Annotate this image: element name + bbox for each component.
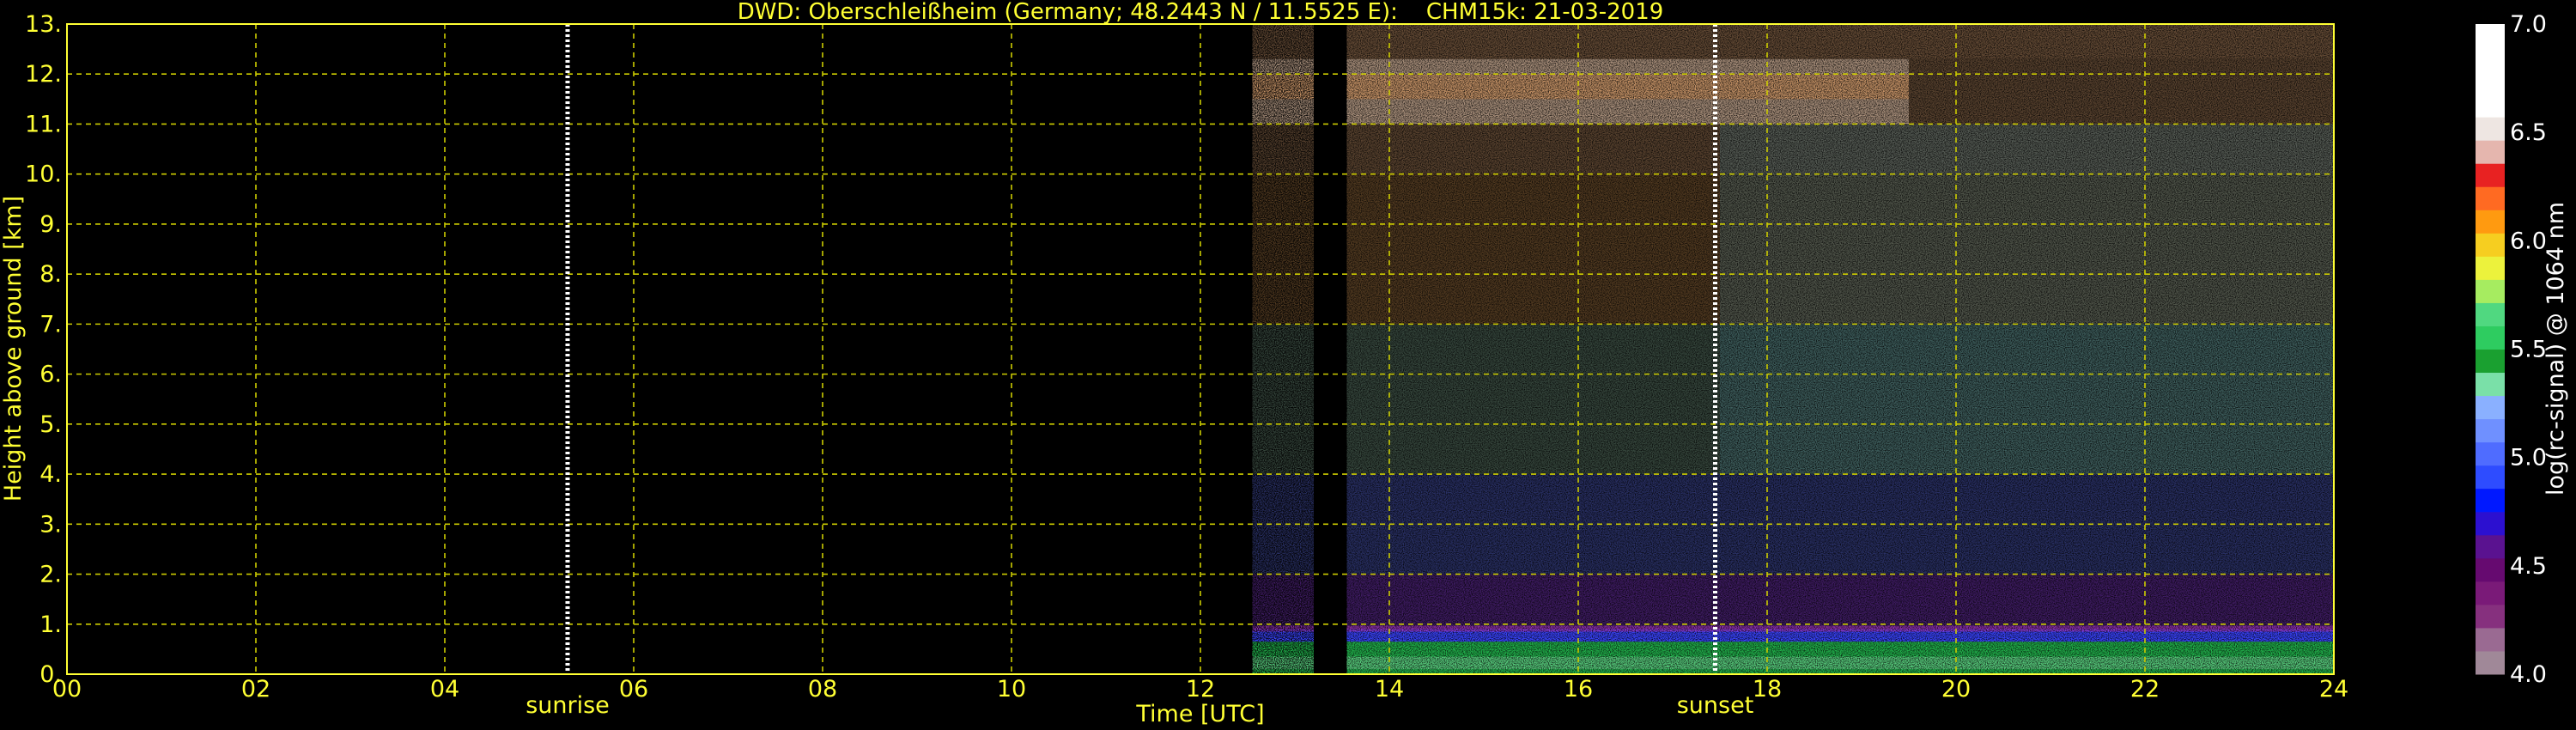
y-axis-label: Height above ground [km]	[0, 196, 27, 502]
colorbar-swatch	[2476, 47, 2505, 71]
colorbar-swatch	[2476, 325, 2505, 350]
x-tick-label: 22	[2130, 676, 2160, 703]
colorbar-swatch	[2476, 627, 2505, 652]
colorbar-swatch	[2476, 581, 2505, 605]
colorbar-swatch	[2476, 604, 2505, 629]
x-tick-label: 04	[430, 676, 459, 703]
colorbar-swatch	[2476, 117, 2505, 141]
y-tick-label: 2.	[39, 562, 62, 588]
colorbar	[2476, 24, 2505, 675]
colorbar-label: log(rc-signal) @ 1064 nm	[2543, 202, 2569, 496]
boundary-layer-inner	[1252, 656, 1314, 670]
signal-noise	[1252, 24, 1314, 627]
x-tick-label: 06	[619, 676, 648, 703]
chart-title: DWD: Oberschleißheim (Germany; 48.2443 N…	[738, 0, 1664, 25]
y-tick-label: 13.	[25, 11, 62, 38]
x-tick-label: 24	[2319, 676, 2348, 703]
colorbar-tick-label: 4.0	[2510, 661, 2547, 688]
colorbar-swatch	[2476, 279, 2505, 303]
x-tick-label: 10	[997, 676, 1026, 703]
y-tick-label: 12.	[25, 61, 62, 88]
y-tick-label: 10.	[25, 161, 62, 188]
colorbar-swatch	[2476, 256, 2505, 280]
colorbar-tick-label: 6.5	[2510, 119, 2547, 146]
x-tick-label: 16	[1564, 676, 1593, 703]
y-tick-label: 6.	[39, 362, 62, 388]
colorbar-swatch	[2476, 650, 2505, 675]
signal-noise	[1346, 24, 2334, 627]
colorbar-tick-labels: 4.0 4.5 5.0 5.5 6.0 6.5 7.0	[2510, 11, 2547, 688]
colorbar-swatch	[2476, 94, 2505, 118]
colorbar-swatch	[2476, 70, 2505, 94]
x-axis-label: Time [UTC]	[1135, 701, 1264, 727]
sunrise-label: sunrise	[526, 692, 610, 719]
sunset-label: sunset	[1677, 692, 1754, 719]
colorbar-tick-label: 5.5	[2510, 337, 2547, 363]
y-tick-label: 5.	[39, 411, 62, 438]
y-tick-label: 1.	[39, 611, 62, 638]
colorbar-tick-label: 7.0	[2510, 11, 2547, 38]
colorbar-swatch	[2476, 24, 2505, 48]
colorbar-tick-label: 5.0	[2510, 445, 2547, 471]
colorbar-swatch	[2476, 557, 2505, 582]
boundary-layer-inner	[1346, 656, 2334, 670]
colorbar-swatch	[2476, 441, 2505, 466]
colorbar-swatch	[2476, 465, 2505, 490]
y-tick-label: 4.	[39, 461, 62, 488]
y-tick-label: 9.	[39, 211, 62, 238]
x-tick-label: 02	[241, 676, 270, 703]
colorbar-swatch	[2476, 302, 2505, 326]
colorbar-swatch	[2476, 233, 2505, 257]
y-tick-label: 3.	[39, 511, 62, 538]
colorbar-tick-label: 6.0	[2510, 228, 2547, 254]
colorbar-swatch	[2476, 349, 2505, 374]
colorbar-swatch	[2476, 186, 2505, 210]
y-tick-label: 0.	[39, 661, 62, 688]
colorbar-swatch	[2476, 163, 2505, 187]
colorbar-tick-label: 4.5	[2510, 553, 2547, 580]
y-tick-label: 11.	[25, 111, 62, 137]
colorbar-swatch	[2476, 395, 2505, 420]
x-tick-label: 20	[1941, 676, 1971, 703]
colorbar-swatch	[2476, 372, 2505, 397]
colorbar-swatch	[2476, 488, 2505, 513]
y-tick-label: 7.	[39, 311, 62, 338]
colorbar-swatch	[2476, 534, 2505, 559]
colorbar-swatch	[2476, 210, 2505, 234]
colorbar-swatch	[2476, 140, 2505, 164]
data-segment-1	[1252, 24, 1314, 674]
x-tick-label: 14	[1375, 676, 1404, 703]
x-tick-label: 18	[1753, 676, 1782, 703]
x-tick-label: 08	[808, 676, 837, 703]
backscatter-heatmap	[1252, 24, 2334, 674]
colorbar-swatch	[2476, 418, 2505, 443]
x-tick-label: 12	[1186, 676, 1215, 703]
data-segment-2	[1346, 24, 2334, 674]
colorbar-swatch	[2476, 511, 2505, 536]
y-tick-label: 8.	[39, 261, 62, 288]
ceilometer-chart: 00 02 04 06 08 10 12 14 16 18 20 22 240.1.2.3.4.5.6.…	[0, 0, 2569, 727]
